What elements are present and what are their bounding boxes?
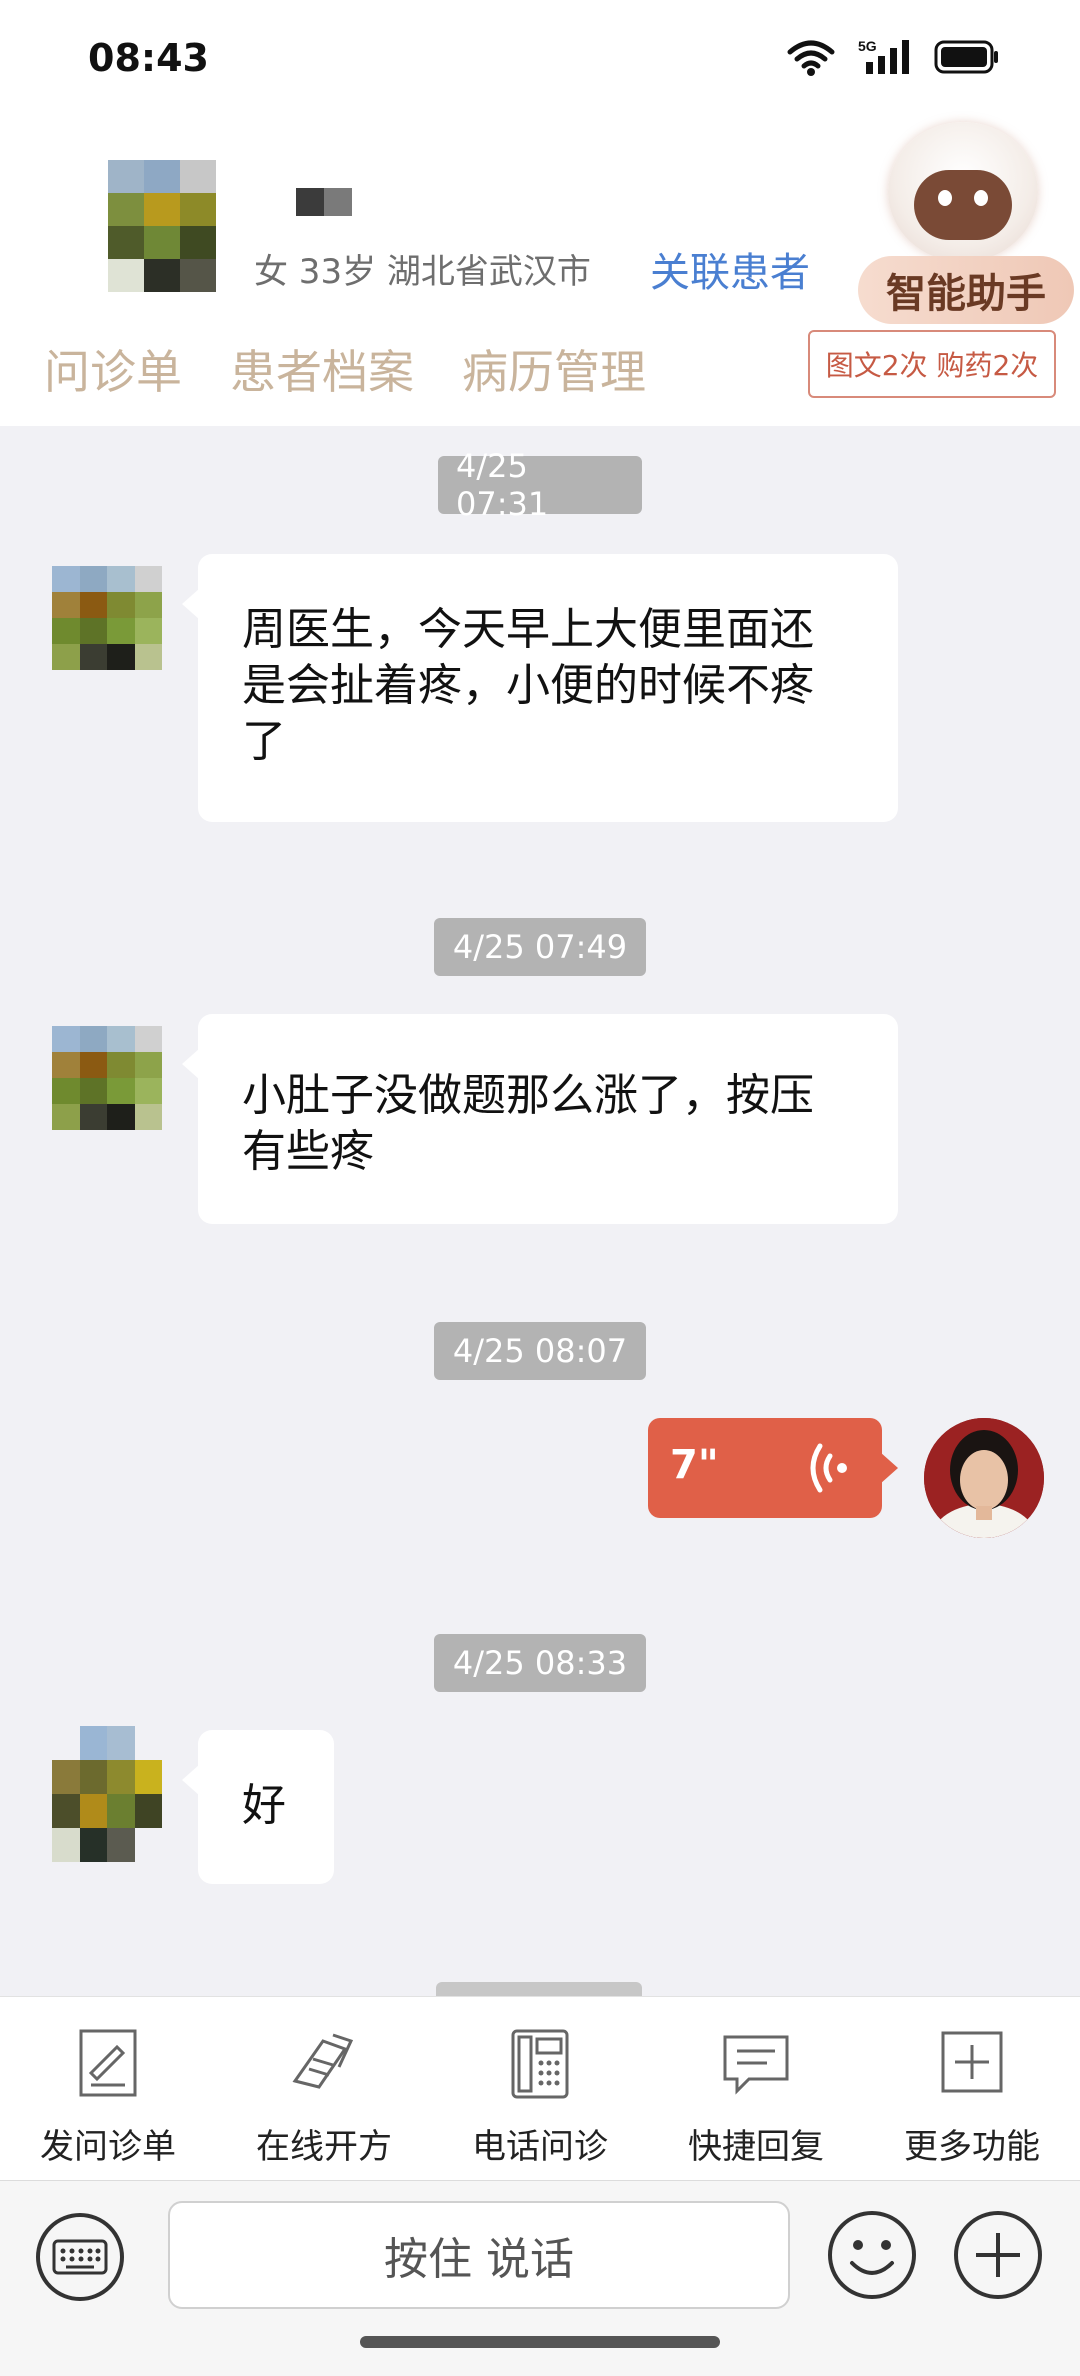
message-line: 好 — [242, 1780, 286, 1831]
link-patient-button[interactable]: 关联患者 — [650, 240, 810, 298]
message-line: 小肚子没做题那么涨了，按压 — [242, 1070, 814, 1121]
assistant-label: 智能助手 — [858, 256, 1074, 324]
time-label: 4/25 08:07 — [434, 1322, 646, 1380]
status-icons: 5G — [786, 38, 1000, 76]
quick-reply-button[interactable]: 快捷回复 — [648, 1997, 864, 2180]
patient-name-mosaic — [296, 188, 352, 216]
doctor-photo — [924, 1418, 1044, 1538]
keyboard-icon[interactable] — [34, 2211, 126, 2303]
tab-consult-form[interactable]: 问诊单 — [44, 336, 182, 402]
action-toolbar: 发问诊单 在线开方 电话问诊 快捷回复 更多功能 — [0, 1996, 1080, 2180]
emoji-icon[interactable] — [826, 2209, 918, 2301]
online-prescription-button[interactable]: 在线开方 — [216, 1997, 432, 2180]
avatar[interactable] — [52, 1026, 162, 1130]
quick-reply-icon — [723, 2035, 789, 2095]
message-bubble[interactable]: 好 — [182, 1730, 334, 1884]
wifi-icon — [787, 40, 835, 76]
tool-label: 更多功能 — [904, 2127, 1040, 2167]
time-label: 4/25 07:31 — [438, 447, 642, 523]
message-bubble[interactable]: 周医生，今天早上大便里面还 是会扯着疼，小便的时候不疼 了 — [182, 554, 898, 822]
voice-duration: 7" — [670, 1442, 719, 1488]
voice-message[interactable]: 7" — [648, 1418, 898, 1518]
message-bubble[interactable]: 小肚子没做题那么涨了，按压 有些疼 — [182, 1014, 898, 1224]
more-functions-button[interactable]: 更多功能 — [864, 1997, 1080, 2180]
message-line: 周医生，今天早上大便里面还 — [242, 604, 814, 655]
send-form-button[interactable]: 发问诊单 — [0, 1997, 216, 2180]
tool-label: 在线开方 — [256, 2127, 392, 2167]
phone-icon — [511, 2029, 569, 2099]
tab-records[interactable]: 病历管理 — [462, 336, 646, 402]
plus-icon[interactable] — [952, 2209, 1044, 2301]
time-label: 4/25 08:33 — [434, 1634, 646, 1692]
signal-5g-icon: 5G — [858, 38, 909, 74]
robot-face — [914, 170, 1012, 240]
message-line: 有些疼 — [242, 1126, 374, 1177]
status-time: 08:43 — [88, 36, 209, 80]
more-icon — [941, 2031, 1003, 2093]
voice-wave-icon — [810, 1443, 847, 1493]
doctor-avatar[interactable] — [924, 1418, 1044, 1538]
avatar[interactable] — [52, 1726, 162, 1862]
message-line: 了 — [242, 716, 286, 767]
avatar[interactable] — [52, 566, 162, 670]
home-indicator[interactable] — [360, 2336, 720, 2348]
scroll-indicator — [436, 1982, 642, 1996]
prescription-icon — [292, 2033, 354, 2089]
battery-icon — [934, 40, 998, 74]
header: 08:43 5G 女 33岁 湖北省武汉市 关联患者 智能助手 问诊单 患者档案… — [0, 0, 1080, 426]
tool-label: 电话问诊 — [472, 2127, 608, 2167]
phone-consult-button[interactable]: 电话问诊 — [432, 1997, 648, 2180]
tool-label: 快捷回复 — [688, 2127, 824, 2167]
time-label: 4/25 07:49 — [434, 918, 646, 976]
tab-patient-file[interactable]: 患者档案 — [230, 336, 414, 402]
patient-avatar[interactable] — [108, 160, 216, 292]
message-line: 是会扯着疼，小便的时候不疼 — [242, 660, 814, 711]
header-tabs: 问诊单 患者档案 病历管理 — [44, 336, 646, 402]
patient-info: 女 33岁 湖北省武汉市 — [254, 252, 591, 292]
hold-to-talk-button[interactable]: 按住 说话 — [168, 2201, 790, 2309]
form-icon — [79, 2029, 137, 2097]
svg-text:5G: 5G — [858, 38, 877, 54]
assistant-button[interactable]: 智能助手 — [858, 118, 1078, 338]
quota-badge[interactable]: 图文2次 购药2次 — [808, 330, 1056, 398]
tool-label: 发问诊单 — [40, 2127, 176, 2167]
